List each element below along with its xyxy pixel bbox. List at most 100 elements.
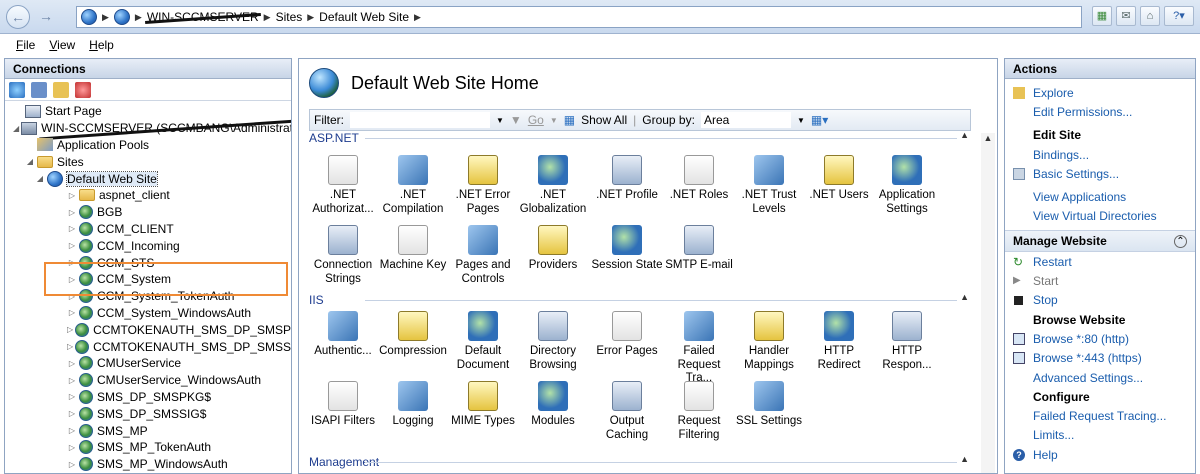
advanced-settings-action[interactable]: Advanced Settings... bbox=[1005, 368, 1195, 387]
feature-item[interactable]: .NET Roles bbox=[663, 155, 735, 203]
feature-item[interactable]: .NET Authorizat... bbox=[307, 155, 379, 216]
tree-item[interactable]: ▷ SMS_DP_SMSPKG$ bbox=[5, 389, 291, 406]
feature-item[interactable]: Session State bbox=[591, 225, 663, 273]
help-action[interactable]: ? Help bbox=[1005, 445, 1195, 464]
breadcrumb-sites[interactable]: Sites bbox=[276, 10, 303, 24]
feature-item[interactable]: ISAPI Filters bbox=[307, 381, 379, 429]
restart-action[interactable]: ↻ Restart bbox=[1005, 252, 1195, 271]
tree-item[interactable]: ▷ aspnet_client bbox=[5, 187, 291, 204]
collapsed-arrow-icon[interactable]: ▷ bbox=[67, 409, 77, 418]
tree-item[interactable]: ▷ SMS_MP_WindowsAuth bbox=[5, 456, 291, 473]
explore-action[interactable]: Explore bbox=[1005, 83, 1195, 102]
disconnect-icon[interactable] bbox=[75, 81, 91, 98]
feature-item[interactable]: Output Caching bbox=[591, 381, 663, 442]
feature-item[interactable]: SSL Settings bbox=[733, 381, 805, 429]
tree-item[interactable]: ▷ CCM_System_WindowsAuth bbox=[5, 305, 291, 322]
breadcrumb-default-web-site[interactable]: Default Web Site bbox=[319, 10, 409, 24]
expanded-arrow-icon[interactable]: ◢ bbox=[25, 157, 35, 166]
feature-item[interactable]: Compression bbox=[377, 311, 449, 359]
tree-item[interactable]: ▷ CMUserService_WindowsAuth bbox=[5, 372, 291, 389]
browse-80-action[interactable]: Browse *:80 (http) bbox=[1005, 329, 1195, 348]
feature-item[interactable]: Pages and Controls bbox=[447, 225, 519, 286]
group-header[interactable]: ASP.NET ▲ bbox=[309, 130, 971, 145]
collapse-icon[interactable]: ▲ bbox=[960, 292, 969, 302]
collapsed-arrow-icon[interactable]: ▷ bbox=[67, 426, 77, 435]
bindings-action[interactable]: Bindings... bbox=[1005, 145, 1195, 164]
feature-item[interactable]: Application Settings bbox=[871, 155, 943, 216]
tree-item[interactable]: ▷ CMUserService bbox=[5, 355, 291, 372]
tree-item[interactable]: ▷ CCMTOKENAUTH_SMS_DP_SMSSIG$ bbox=[5, 338, 291, 355]
feature-item[interactable]: Default Document bbox=[447, 311, 519, 372]
show-all-button[interactable]: Show All bbox=[581, 113, 627, 127]
tree-item[interactable]: ▷ BGB bbox=[5, 204, 291, 221]
feature-item[interactable]: Providers bbox=[517, 225, 589, 273]
feature-item[interactable]: Connection Strings bbox=[307, 225, 379, 286]
forward-button[interactable]: → bbox=[34, 5, 58, 29]
expanded-arrow-icon[interactable]: ◢ bbox=[35, 174, 45, 183]
feature-item[interactable]: Request Filtering bbox=[663, 381, 735, 442]
collapsed-arrow-icon[interactable]: ▷ bbox=[67, 460, 77, 469]
go-button[interactable]: Go bbox=[528, 113, 544, 127]
address-box[interactable]: ▶ ▶ WIN-SCCMSERVER ▶ Sites ▶ Default Web… bbox=[76, 6, 1082, 28]
tree-item[interactable]: ◢ WIN-SCCMSERVER (SCCMBANG\Administrator) bbox=[5, 120, 291, 137]
feature-item[interactable]: SMTP E-mail bbox=[663, 225, 735, 273]
collapsed-arrow-icon[interactable]: ▷ bbox=[67, 325, 73, 334]
tree-item[interactable]: ▷ CCM_CLIENT bbox=[5, 221, 291, 238]
tree-item[interactable]: ▷ SMS_MP_TokenAuth bbox=[5, 439, 291, 456]
edit-permissions-action[interactable]: Edit Permissions... bbox=[1005, 102, 1195, 121]
feature-item[interactable]: Handler Mappings bbox=[733, 311, 805, 372]
scroll-up-icon[interactable]: ▲ bbox=[981, 133, 995, 143]
go-dropdown-icon[interactable]: ▼ bbox=[550, 116, 558, 125]
group-by-select[interactable]: Area bbox=[700, 112, 791, 128]
feature-item[interactable]: MIME Types bbox=[447, 381, 519, 429]
group-header[interactable]: Management ▲ bbox=[309, 454, 971, 469]
back-button[interactable]: ← bbox=[6, 5, 30, 29]
feature-item[interactable]: HTTP Respon... bbox=[871, 311, 943, 372]
feature-item[interactable]: Directory Browsing bbox=[517, 311, 589, 372]
group-header[interactable]: IIS ▲ bbox=[309, 292, 971, 307]
collapsed-arrow-icon[interactable]: ▷ bbox=[67, 224, 77, 233]
collapsed-arrow-icon[interactable]: ▷ bbox=[67, 392, 77, 401]
menu-view[interactable]: View bbox=[49, 38, 75, 52]
view-applications-action[interactable]: View Applications bbox=[1005, 187, 1195, 206]
tree-item[interactable]: Application Pools bbox=[5, 137, 291, 154]
collapsed-arrow-icon[interactable]: ▷ bbox=[67, 376, 77, 385]
connect-icon[interactable] bbox=[9, 81, 25, 98]
tree-item[interactable]: ▷ SMS_DP_SMSSIG$ bbox=[5, 405, 291, 422]
help-icon[interactable]: ?▾ bbox=[1164, 6, 1194, 26]
collapsed-arrow-icon[interactable]: ▷ bbox=[67, 241, 77, 250]
feature-item[interactable]: .NET Users bbox=[803, 155, 875, 203]
menu-file[interactable]: File bbox=[16, 38, 35, 52]
basic-settings-action[interactable]: Basic Settings... bbox=[1005, 164, 1195, 183]
collapsed-arrow-icon[interactable]: ▷ bbox=[67, 308, 77, 317]
group-by-dropdown-icon[interactable]: ▼ bbox=[797, 116, 805, 125]
start-action[interactable]: ▶ Start bbox=[1005, 271, 1195, 290]
network-icon[interactable]: ▦ bbox=[1092, 6, 1112, 26]
tree-item[interactable]: ◢ Sites bbox=[5, 153, 291, 170]
feature-item[interactable]: Failed Request Tra... bbox=[663, 311, 735, 386]
feature-item[interactable]: Logging bbox=[377, 381, 449, 429]
home-icon[interactable]: ⌂ bbox=[1140, 6, 1160, 26]
collapse-icon[interactable]: ▲ bbox=[960, 130, 969, 140]
stop-action[interactable]: Stop bbox=[1005, 291, 1195, 310]
collapsed-arrow-icon[interactable]: ▷ bbox=[67, 443, 77, 452]
feature-item[interactable]: .NET Profile bbox=[591, 155, 663, 203]
collapsed-arrow-icon[interactable]: ▷ bbox=[67, 342, 73, 351]
feature-item[interactable]: HTTP Redirect bbox=[803, 311, 875, 372]
tree-item[interactable]: ▷ SMS_MP bbox=[5, 422, 291, 439]
collapse-icon[interactable]: ⌃ bbox=[1174, 234, 1187, 248]
collapsed-arrow-icon[interactable]: ▷ bbox=[67, 359, 77, 368]
filter-dropdown-icon[interactable]: ▼ bbox=[496, 116, 504, 125]
feature-item[interactable]: Machine Key bbox=[377, 225, 449, 273]
breadcrumb-server[interactable]: WIN-SCCMSERVER bbox=[147, 10, 259, 24]
menu-help[interactable]: Help bbox=[89, 38, 114, 52]
limits-action[interactable]: Limits... bbox=[1005, 426, 1195, 445]
up-folder-icon[interactable] bbox=[53, 81, 69, 98]
view-mode-icon[interactable]: ▦▾ bbox=[811, 113, 828, 127]
feature-item[interactable]: .NET Globalization bbox=[517, 155, 589, 216]
feature-item[interactable]: .NET Compilation bbox=[377, 155, 449, 216]
tree-item[interactable]: Start Page bbox=[5, 103, 291, 120]
scrollbar[interactable]: ▲ bbox=[981, 133, 995, 473]
save-icon[interactable] bbox=[31, 81, 47, 98]
browse-443-action[interactable]: Browse *:443 (https) bbox=[1005, 349, 1195, 368]
